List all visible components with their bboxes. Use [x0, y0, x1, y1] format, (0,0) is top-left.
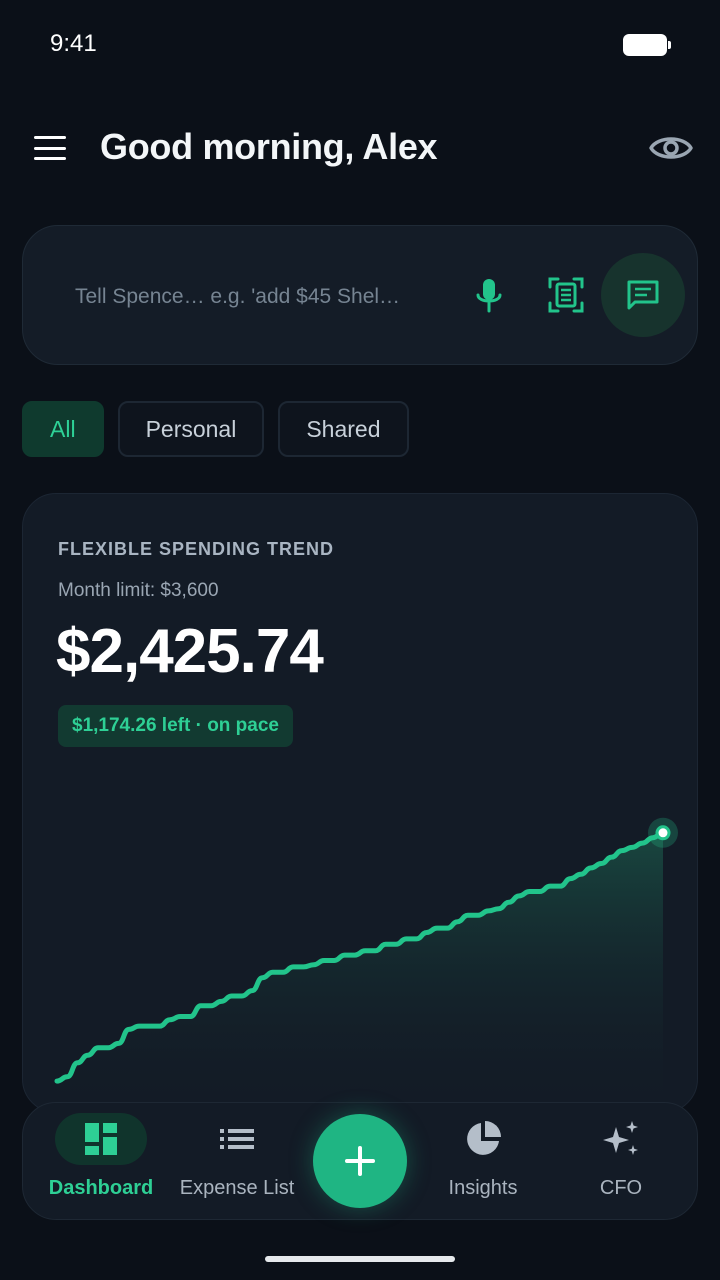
- header: Good morning, Alex: [0, 110, 720, 186]
- month-limit: Month limit: $3,600: [58, 580, 219, 601]
- spent-amount: $2,425.74: [56, 617, 324, 686]
- sparkle-icon: [603, 1121, 638, 1155]
- nav-cfo[interactable]: CFO: [575, 1103, 667, 1221]
- card-title: FLEXIBLE SPENDING TREND: [58, 539, 335, 559]
- spending-trend-card[interactable]: FLEXIBLE SPENDING TREND Month limit: $3,…: [22, 493, 698, 1113]
- trend-area: [57, 832, 663, 1112]
- nav-dashboard-label: Dashboard: [48, 1177, 154, 1199]
- battery-icon: [623, 34, 671, 56]
- filter-chips: All Personal Shared: [22, 401, 409, 457]
- dashboard-icon: [85, 1123, 117, 1155]
- assistant-input-bar: [22, 225, 698, 365]
- status-bar: 9:41: [0, 0, 720, 90]
- chat-button[interactable]: [601, 253, 685, 337]
- menu-icon[interactable]: [30, 130, 70, 166]
- add-expense-button[interactable]: [313, 1114, 407, 1208]
- filter-all[interactable]: All: [22, 401, 104, 457]
- current-point: [655, 825, 671, 841]
- spending-trend-chart: [54, 817, 678, 1112]
- list-icon: [220, 1129, 254, 1149]
- pie-chart-icon: [467, 1121, 501, 1155]
- nav-dashboard[interactable]: Dashboard: [49, 1103, 153, 1221]
- nav-insights[interactable]: Insights: [437, 1103, 529, 1221]
- nav-expense-list-label: Expense List: [179, 1177, 295, 1199]
- home-indicator[interactable]: [265, 1256, 455, 1262]
- plus-icon: [345, 1146, 375, 1176]
- eye-icon[interactable]: [648, 130, 694, 166]
- assistant-input[interactable]: [75, 280, 435, 314]
- nav-insights-label: Insights: [448, 1177, 518, 1199]
- filter-shared[interactable]: Shared: [278, 401, 409, 457]
- pace-badge: $1,174.26 left · on pace: [58, 705, 293, 747]
- microphone-icon[interactable]: [470, 276, 508, 316]
- chat-icon: [627, 280, 659, 310]
- status-time: 9:41: [50, 30, 97, 57]
- nav-expense-list[interactable]: Expense List: [180, 1103, 294, 1221]
- filter-personal[interactable]: Personal: [117, 401, 265, 457]
- scan-receipt-icon[interactable]: [547, 276, 585, 314]
- nav-cfo-label: CFO: [599, 1177, 643, 1199]
- greeting-title: Good morning, Alex: [100, 126, 438, 167]
